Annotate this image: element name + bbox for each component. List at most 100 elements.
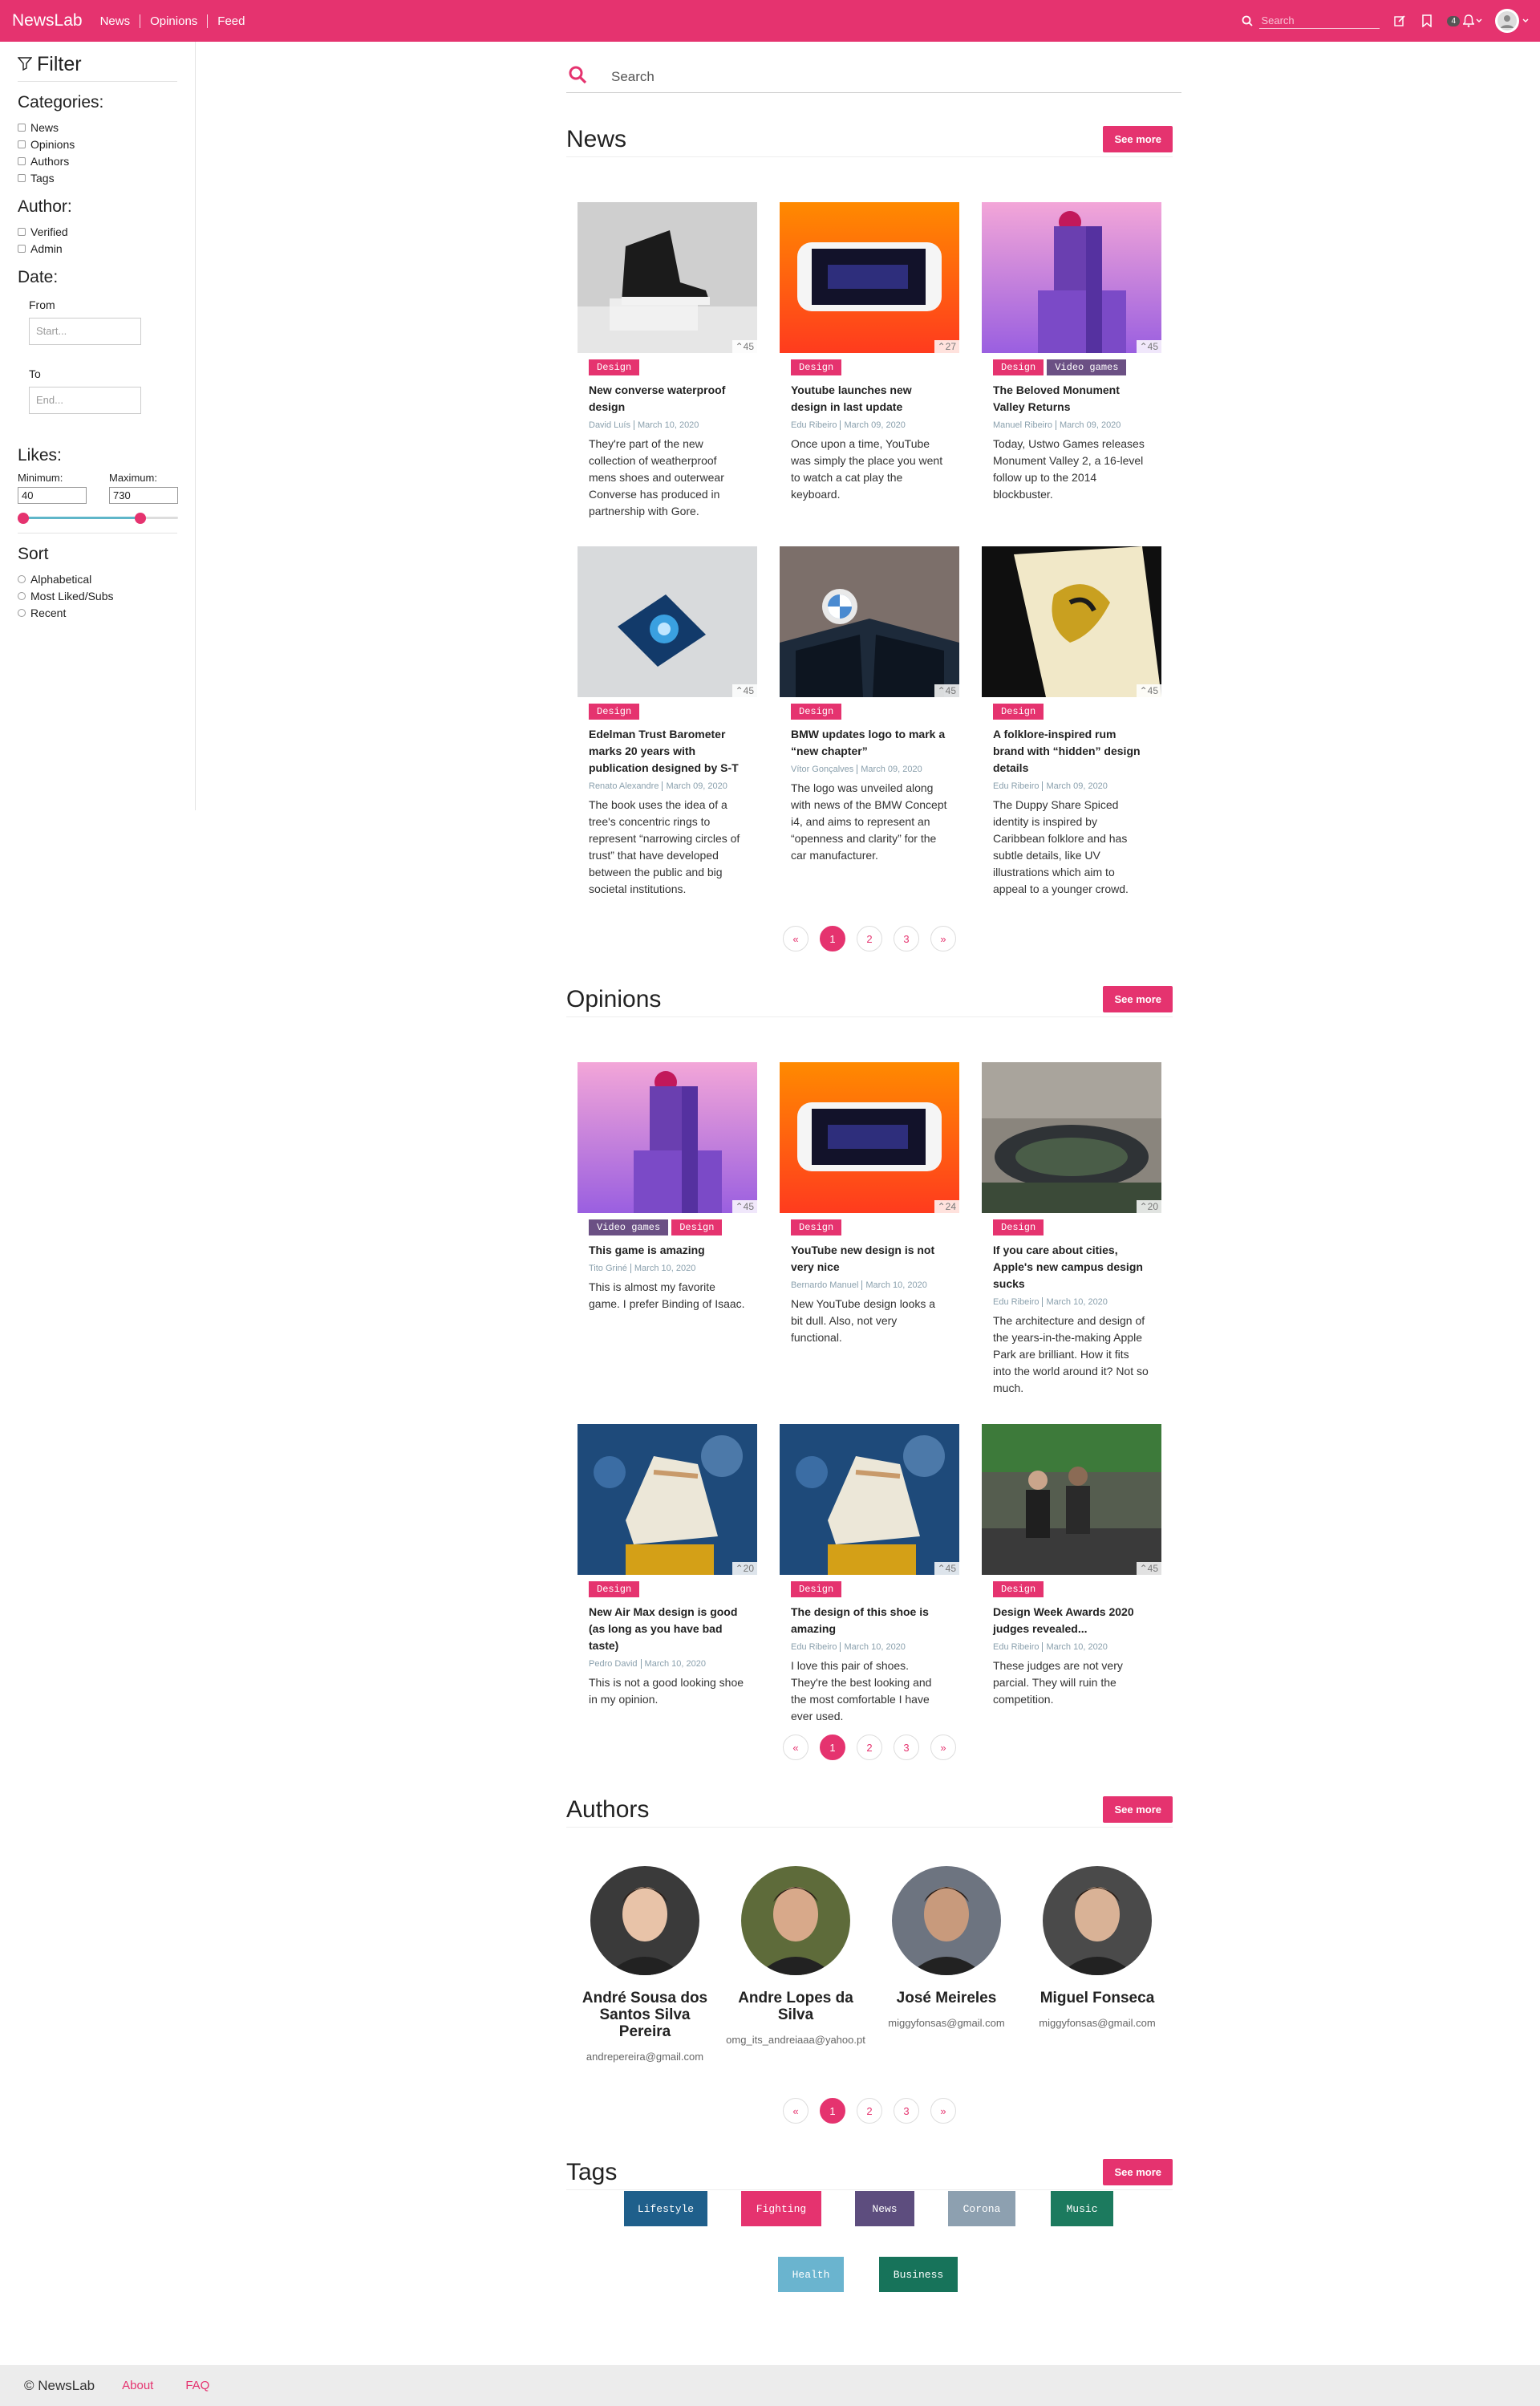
author-verified-checkbox[interactable]: Verified (18, 223, 177, 240)
opinion-card[interactable]: ⌃24 Design YouTube new design is not ver… (780, 1062, 959, 1346)
author-photo[interactable] (892, 1866, 1001, 1975)
card-author[interactable]: Edu Ribeiro (993, 1642, 1039, 1652)
author-name[interactable]: Miguel Fonseca (1027, 1990, 1168, 2006)
category-tag[interactable]: Design (993, 359, 1044, 375)
bookmark-icon[interactable] (1420, 14, 1434, 28)
news-card[interactable]: ⌃45 Design A folklore-inspired rum brand… (982, 546, 1161, 898)
tag-chip[interactable]: Corona (948, 2191, 1015, 2226)
category-authors-checkbox[interactable]: Authors (18, 152, 177, 169)
page-button[interactable]: 2 (857, 926, 882, 951)
opinion-card[interactable]: ⌃45 Video games Design This game is amazi… (578, 1062, 757, 1313)
notifications-menu[interactable]: 4 (1447, 14, 1482, 28)
category-tag[interactable]: Video games (1047, 359, 1127, 375)
nav-link-opinions[interactable]: Opinions (140, 14, 207, 28)
opinion-card[interactable]: ⌃45 Design Design Week Awards 2020 judge… (982, 1424, 1161, 1708)
card-title[interactable]: New Air Max design is good (as long as y… (589, 1604, 746, 1654)
page-button[interactable]: 3 (894, 2098, 919, 2124)
category-tag[interactable]: Design (671, 1219, 723, 1235)
date-from-input[interactable]: Start... (29, 318, 141, 345)
card-thumbnail[interactable]: ⌃45 (578, 1062, 757, 1213)
sort-alphabetical-radio[interactable]: Alphabetical (18, 570, 177, 587)
tag-chip[interactable]: News (855, 2191, 914, 2226)
sort-most-liked-radio[interactable]: Most Liked/Subs (18, 587, 177, 604)
opinion-card[interactable]: ⌃45 Design The design of this shoe is am… (780, 1424, 959, 1725)
news-card[interactable]: ⌃45 Design Video games The Beloved Monume… (982, 202, 1161, 503)
news-card[interactable]: ⌃27 Design Youtube launches new design i… (780, 202, 959, 503)
card-author[interactable]: Tito Griné (589, 1264, 627, 1273)
card-author[interactable]: Renato Alexandre (589, 781, 659, 791)
card-title[interactable]: YouTube new design is not very nice (791, 1242, 948, 1276)
page-button[interactable]: 3 (894, 926, 919, 951)
news-see-more-button[interactable]: See more (1103, 126, 1173, 152)
footer-about-link[interactable]: About (122, 2379, 153, 2392)
category-opinions-checkbox[interactable]: Opinions (18, 136, 177, 152)
card-author[interactable]: David Luís (589, 420, 630, 430)
category-tag[interactable]: Design (993, 704, 1044, 720)
category-tag[interactable]: Design (589, 359, 640, 375)
card-author[interactable]: Edu Ribeiro (791, 420, 837, 430)
card-thumbnail[interactable]: ⌃20 (578, 1424, 757, 1575)
category-news-checkbox[interactable]: News (18, 119, 177, 136)
card-author[interactable]: Bernardo Manuel (791, 1280, 858, 1290)
author-name[interactable]: André Sousa dos Santos Silva Pereira (574, 1990, 715, 2040)
tag-chip[interactable]: Health (778, 2257, 844, 2292)
card-thumbnail[interactable]: ⌃45 (982, 1424, 1161, 1575)
author-card[interactable]: Miguel Fonseca miggyfonsas@gmail.com (1027, 1866, 1168, 2031)
news-card[interactable]: ⌃45 Design New converse waterproof desig… (578, 202, 757, 520)
page-next-button[interactable]: » (930, 2098, 956, 2124)
footer-faq-link[interactable]: FAQ (185, 2379, 209, 2392)
page-button[interactable]: 1 (820, 926, 845, 951)
brand-logo[interactable]: NewsLab (12, 11, 83, 30)
nav-link-feed[interactable]: Feed (207, 14, 254, 28)
opinion-card[interactable]: ⌃20 Design New Air Max design is good (a… (578, 1424, 757, 1708)
category-tag[interactable]: Design (791, 1219, 842, 1235)
page-button[interactable]: 2 (857, 2098, 882, 2124)
likes-min-input[interactable]: 40 (18, 487, 87, 504)
card-author[interactable]: Pedro David (589, 1659, 638, 1669)
category-tag[interactable]: Design (791, 1581, 842, 1597)
page-prev-button[interactable]: « (783, 1735, 808, 1760)
sort-recent-radio[interactable]: Recent (18, 604, 177, 621)
card-title[interactable]: Youtube launches new design in last upda… (791, 382, 948, 416)
author-name[interactable]: Andre Lopes da Silva (725, 1990, 866, 2023)
opinion-card[interactable]: ⌃20 Design If you care about cities, App… (982, 1062, 1161, 1397)
page-next-button[interactable]: » (930, 1735, 956, 1760)
card-author[interactable]: Edu Ribeiro (791, 1642, 837, 1652)
card-title[interactable]: Edelman Trust Barometer marks 20 years w… (589, 726, 746, 777)
card-thumbnail[interactable]: ⌃45 (982, 202, 1161, 353)
card-title[interactable]: This game is amazing (589, 1242, 746, 1259)
likes-slider[interactable] (18, 512, 178, 524)
main-search-icon[interactable] (568, 65, 587, 88)
card-thumbnail[interactable]: ⌃24 (780, 1062, 959, 1213)
card-title[interactable]: The design of this shoe is amazing (791, 1604, 948, 1637)
author-card[interactable]: André Sousa dos Santos Silva Pereira and… (574, 1866, 715, 2065)
author-photo[interactable] (1043, 1866, 1152, 1975)
date-to-input[interactable]: End... (29, 387, 141, 414)
category-tag[interactable]: Design (993, 1581, 1044, 1597)
page-button[interactable]: 2 (857, 1735, 882, 1760)
card-thumbnail[interactable]: ⌃45 (780, 546, 959, 697)
page-next-button[interactable]: » (930, 926, 956, 951)
page-button[interactable]: 1 (820, 1735, 845, 1760)
tags-see-more-button[interactable]: See more (1103, 2159, 1173, 2185)
card-thumbnail[interactable]: ⌃45 (982, 546, 1161, 697)
card-thumbnail[interactable]: ⌃27 (780, 202, 959, 353)
card-thumbnail[interactable]: ⌃45 (578, 202, 757, 353)
likes-slider-min-handle[interactable] (18, 513, 29, 524)
category-tag[interactable]: Design (589, 1581, 640, 1597)
tag-chip[interactable]: Business (879, 2257, 958, 2292)
edit-icon[interactable] (1392, 14, 1407, 28)
main-search-input[interactable] (611, 68, 1173, 85)
category-tag[interactable]: Design (791, 704, 842, 720)
search-icon[interactable] (1240, 14, 1254, 28)
author-admin-checkbox[interactable]: Admin (18, 240, 177, 257)
authors-see-more-button[interactable]: See more (1103, 1796, 1173, 1823)
author-card[interactable]: José Meireles miggyfonsas@gmail.com (876, 1866, 1017, 2031)
author-name[interactable]: José Meireles (876, 1990, 1017, 2006)
card-title[interactable]: The Beloved Monument Valley Returns (993, 382, 1150, 416)
card-title[interactable]: New converse waterproof design (589, 382, 746, 416)
card-title[interactable]: If you care about cities, Apple's new ca… (993, 1242, 1150, 1292)
card-title[interactable]: Design Week Awards 2020 judges revealed.… (993, 1604, 1150, 1637)
page-prev-button[interactable]: « (783, 926, 808, 951)
tag-chip[interactable]: Lifestyle (624, 2191, 707, 2226)
